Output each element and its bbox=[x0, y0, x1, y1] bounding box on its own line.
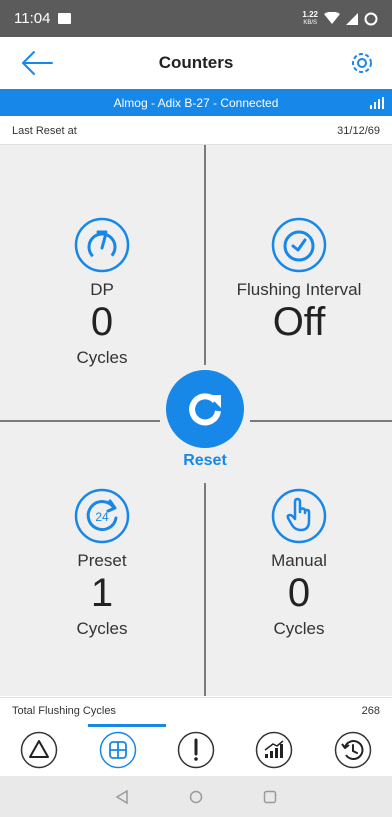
dp-label: DP bbox=[90, 280, 114, 299]
wifi-icon bbox=[324, 12, 340, 24]
connection-text: Almog - Adix B-27 - Connected bbox=[113, 95, 279, 110]
last-reset-label: Last Reset at bbox=[12, 124, 77, 137]
counter-manual: Manual 0 Cycles bbox=[206, 488, 392, 639]
preset-value: 1 bbox=[90, 571, 114, 615]
dp-unit: Cycles bbox=[76, 348, 128, 367]
manual-label: Manual bbox=[271, 551, 327, 570]
status-right: 1.22 KB/S bbox=[302, 9, 378, 27]
app-bar: Counters bbox=[0, 37, 392, 89]
warning-triangle-icon[interactable] bbox=[20, 731, 58, 769]
system-recents-icon[interactable] bbox=[263, 790, 277, 804]
refresh-icon bbox=[189, 393, 221, 426]
signal-chart-icon[interactable] bbox=[255, 731, 293, 769]
system-back-icon[interactable] bbox=[115, 789, 129, 804]
preset-label: Preset bbox=[77, 551, 127, 570]
grid-dashboard-icon[interactable] bbox=[99, 731, 137, 769]
system-home-icon[interactable] bbox=[189, 790, 203, 804]
total-label: Total Flushing Cycles bbox=[12, 705, 116, 717]
total-flushing-row: Total Flushing Cycles 268 bbox=[0, 697, 392, 724]
hand-pointer-icon bbox=[271, 488, 327, 544]
page-title: Counters bbox=[158, 53, 234, 72]
active-tab-indicator bbox=[88, 724, 166, 727]
flushing-interval-value: Off bbox=[272, 300, 326, 344]
network-speed-value: 1.22 bbox=[302, 9, 318, 19]
status-time: 11:04 bbox=[14, 10, 51, 27]
manual-value: 0 bbox=[287, 571, 311, 615]
back-arrow-icon[interactable] bbox=[20, 49, 54, 77]
battery-icon bbox=[364, 12, 378, 25]
preset-badge: 24 bbox=[95, 510, 109, 524]
reset-label[interactable]: Reset bbox=[166, 452, 244, 470]
preset-unit: Cycles bbox=[76, 619, 128, 638]
preset-24-icon: 24 bbox=[74, 488, 130, 544]
status-bar: 11:04 1.22 KB/S bbox=[0, 0, 392, 37]
flushing-interval-label: Flushing Interval bbox=[236, 280, 362, 299]
divider-horizontal-left bbox=[0, 420, 160, 422]
dp-value: 0 bbox=[90, 300, 114, 344]
signal-strength-icon bbox=[370, 97, 384, 109]
alert-exclamation-icon[interactable] bbox=[177, 731, 215, 769]
history-clock-icon[interactable] bbox=[334, 731, 372, 769]
last-reset-value: 31/12/69 bbox=[337, 124, 380, 137]
total-value: 268 bbox=[361, 705, 380, 717]
network-speed-unit: KB/S bbox=[303, 19, 318, 26]
counters-grid: DP 0 Cycles Flushing Interval Off 24 Pre… bbox=[0, 145, 392, 696]
speedometer-icon bbox=[74, 217, 130, 273]
counter-flushing-interval: Flushing Interval Off bbox=[206, 217, 392, 344]
counter-dp: DP 0 Cycles bbox=[0, 217, 204, 368]
reset-button[interactable] bbox=[166, 370, 244, 448]
connection-banner: Almog - Adix B-27 - Connected bbox=[0, 89, 392, 116]
clock-icon bbox=[271, 217, 327, 273]
divider-horizontal-right bbox=[250, 420, 392, 422]
screen: 11:04 1.22 KB/S Counters Almog - Adix B-… bbox=[0, 0, 392, 817]
cell-signal-icon bbox=[346, 12, 358, 25]
counter-preset: 24 Preset 1 Cycles bbox=[0, 488, 204, 639]
network-speed: 1.22 KB/S bbox=[302, 9, 318, 27]
gear-icon[interactable] bbox=[348, 49, 376, 77]
gallery-notification-icon bbox=[58, 13, 72, 24]
system-nav-bar bbox=[0, 776, 392, 817]
bottom-nav bbox=[0, 724, 392, 776]
manual-unit: Cycles bbox=[273, 619, 325, 638]
last-reset-row: Last Reset at 31/12/69 bbox=[0, 117, 392, 145]
